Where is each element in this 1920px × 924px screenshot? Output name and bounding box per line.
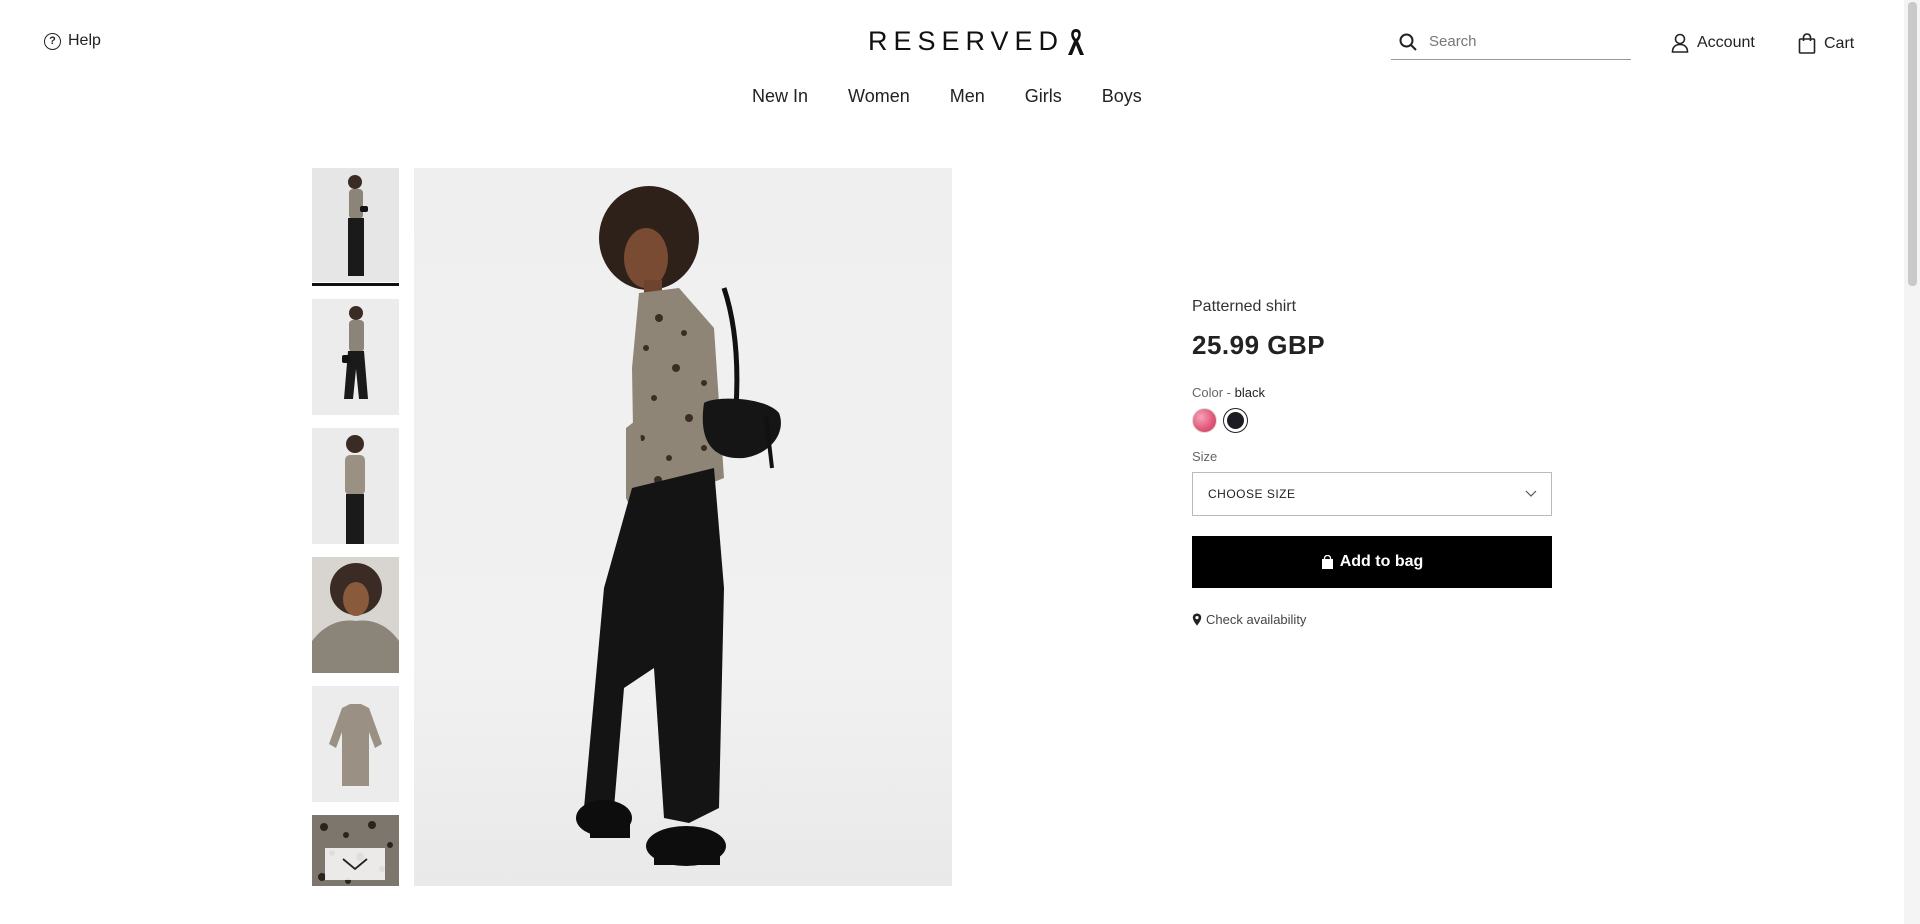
color-swatch-pink[interactable] (1192, 408, 1217, 433)
logo[interactable]: RESERVED (868, 26, 1086, 57)
product-price: 25.99 GBP (1192, 330, 1326, 360)
thumbnail-gallery (312, 168, 399, 886)
nav-item-boys[interactable]: Boys (1102, 86, 1142, 107)
cart-label: Cart (1824, 34, 1855, 52)
nav-item-girls[interactable]: Girls (1025, 86, 1062, 107)
thumbnail-3[interactable] (312, 428, 399, 544)
search-input[interactable] (1429, 33, 1619, 50)
thumbnail-2[interactable] (312, 299, 399, 415)
thumbnail-5[interactable] (312, 686, 399, 802)
help-link[interactable]: ? Help (44, 32, 101, 50)
model-photo (576, 186, 781, 866)
size-select-value: CHOOSE SIZE (1208, 487, 1296, 501)
check-availability-label: Check availability (1206, 612, 1307, 627)
help-label: Help (68, 32, 101, 49)
account-label: Account (1697, 34, 1755, 51)
add-to-bag-label: Add to bag (1339, 553, 1424, 570)
search-icon (1399, 33, 1417, 51)
chevron-down-icon (1525, 490, 1537, 497)
page-scrollbar[interactable] (1904, 0, 1920, 924)
thumbnail-scroll-down-button[interactable] (325, 848, 385, 880)
product-main-image[interactable] (414, 168, 952, 886)
help-icon: ? (44, 32, 61, 50)
scrollbar-thumb[interactable] (1908, 2, 1917, 286)
nav-item-new-in[interactable]: New In (752, 86, 808, 107)
product-thumbnail-image (312, 168, 399, 282)
main-nav: New In Women Men Girls Boys (752, 86, 1142, 107)
ribbon-icon (1068, 28, 1085, 55)
thumbnail-4[interactable] (312, 557, 399, 673)
chevron-down-icon (342, 858, 368, 871)
account-link[interactable]: Account (1671, 33, 1755, 53)
size-select[interactable]: CHOOSE SIZE (1192, 472, 1552, 516)
location-pin-icon (1192, 613, 1202, 626)
product-thumbnail-image (312, 686, 399, 802)
product-thumbnail-image (312, 299, 399, 415)
search-bar[interactable] (1391, 24, 1631, 60)
shopping-bag-icon (1321, 555, 1333, 569)
product-name: Patterned shirt (1192, 298, 1297, 315)
nav-item-men[interactable]: Men (950, 86, 985, 107)
add-to-bag-button[interactable]: Add to bag (1192, 536, 1552, 588)
user-icon (1671, 33, 1689, 53)
color-swatch-black[interactable] (1223, 408, 1248, 433)
logo-text: RESERVED (868, 26, 1065, 56)
size-label: Size (1192, 449, 1218, 464)
color-label-prefix: Color - (1192, 385, 1232, 400)
product-thumbnail-image (312, 557, 399, 673)
color-label: Color - black (1192, 385, 1552, 400)
color-swatches (1192, 408, 1552, 433)
shopping-bag-icon (1798, 33, 1816, 54)
color-value: black (1234, 385, 1265, 400)
product-info: Patterned shirt 25.99 GBP Color - black … (1192, 298, 1552, 627)
thumbnail-1[interactable] (312, 168, 399, 286)
product-thumbnail-image (312, 428, 399, 544)
nav-item-women[interactable]: Women (848, 86, 910, 107)
check-availability-link[interactable]: Check availability (1192, 612, 1552, 627)
cart-link[interactable]: Cart (1798, 33, 1854, 54)
